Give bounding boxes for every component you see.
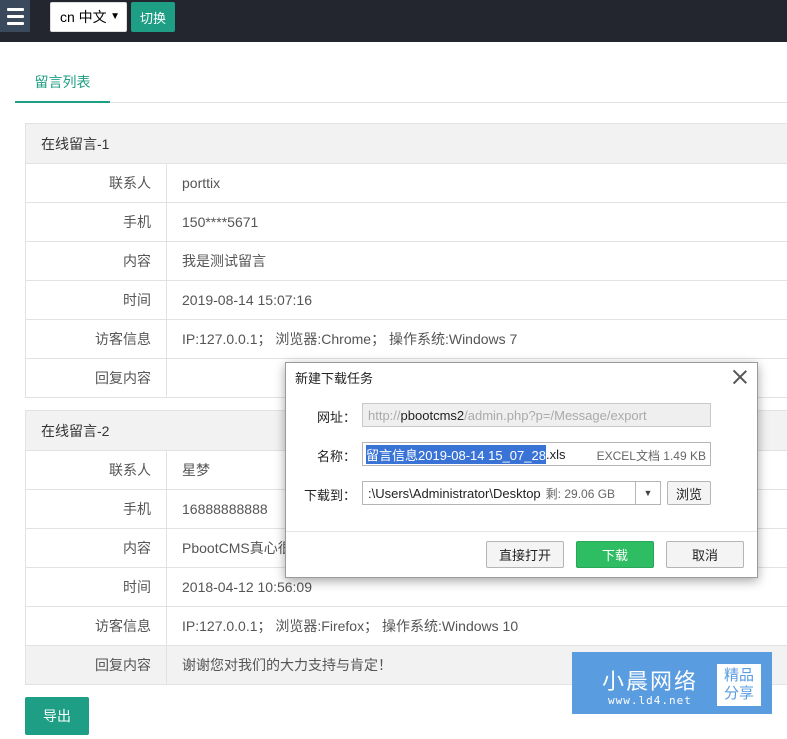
watermark-name: 小晨网络: [602, 669, 699, 694]
save-path-input[interactable]: :\Users\Administrator\Desktop 剩: 29.06 G…: [362, 481, 661, 505]
row-label: 内容: [26, 242, 167, 280]
dialog-title: 新建下载任务: [295, 371, 374, 386]
message-title: 在线留言-1: [25, 124, 787, 164]
dialog-body: 网址： http://pbootcms2/admin.php?p=/Messag…: [286, 392, 757, 532]
language-select[interactable]: cn 中文 ▼: [50, 2, 127, 32]
row-value: 2019-08-14 15:07:16: [182, 292, 312, 308]
url-path: /admin.php?p=/Message/export: [464, 407, 647, 423]
open-directly-button[interactable]: 直接打开: [486, 541, 564, 568]
tab-bar: 留言列表: [15, 62, 787, 103]
row-label: 回复内容: [26, 359, 167, 397]
table-row: 联系人 porttix: [25, 164, 787, 203]
watermark-url: www.ld4.net: [608, 694, 692, 707]
url-field: http://pbootcms2/admin.php?p=/Message/ex…: [362, 403, 711, 427]
row-value: IP:127.0.0.1； 浏览器:Firefox； 操作系统:Windows …: [182, 618, 519, 634]
menu-icon[interactable]: [0, 0, 30, 32]
table-row: 访客信息 IP:127.0.0.1； 浏览器:Chrome； 操作系统:Wind…: [25, 320, 787, 359]
file-type-info: EXCEL文档 1.49 KB: [596, 449, 706, 463]
url-label: 网址：: [316, 410, 356, 425]
row-label: 回复内容: [26, 646, 167, 684]
table-row: 访客信息 IP:127.0.0.1； 浏览器:Firefox； 操作系统:Win…: [25, 607, 787, 646]
top-bar: cn 中文 ▼ 切换: [0, 0, 787, 42]
row-value: 150****5671: [182, 214, 259, 230]
switch-language-button[interactable]: 切换: [131, 2, 175, 32]
save-path-value: :\Users\Administrator\Desktop: [368, 485, 541, 501]
browse-button[interactable]: 浏览: [667, 481, 711, 505]
row-label: 访客信息: [26, 607, 167, 645]
row-label: 内容: [26, 529, 167, 567]
row-label: 访客信息: [26, 320, 167, 358]
caret-down-icon: ▼: [110, 11, 120, 22]
row-label: 时间: [26, 568, 167, 606]
row-label: 联系人: [26, 164, 167, 202]
row-label: 手机: [26, 490, 167, 528]
message-table-1: 在线留言-1 联系人 porttix 手机 150****5671 内容 我是测…: [25, 123, 787, 398]
row-value: IP:127.0.0.1； 浏览器:Chrome； 操作系统:Windows 7: [182, 331, 518, 347]
watermark-badge-line1: 精品: [723, 667, 754, 684]
language-select-value: cn 中文: [60, 9, 107, 25]
tab-message-list[interactable]: 留言列表: [15, 62, 110, 103]
download-dialog: 新建下载任务 网址： http://pbootcms2/admin.php?p=…: [285, 362, 758, 578]
row-value: 我是测试留言: [182, 253, 266, 269]
row-value: porttix: [182, 175, 221, 191]
filename-input[interactable]: 留言信息2019-08-14 15_07_28 .xls EXCEL文档 1.49…: [362, 442, 711, 466]
watermark-badge-line2: 分享: [723, 685, 754, 702]
free-space-text: 剩: 29.06 GB: [545, 486, 616, 501]
watermark-logo: 小晨网络 www.ld4.net 精品 分享: [572, 652, 772, 714]
filename-selected-text: 留言信息2019-08-14 15_07_28: [366, 444, 546, 464]
download-button[interactable]: 下载: [576, 541, 654, 568]
row-label: 手机: [26, 203, 167, 241]
url-host: pbootcms2: [400, 407, 465, 423]
watermark-badge: 精品 分享: [717, 664, 761, 706]
url-prefix: http://: [368, 407, 401, 423]
table-row: 时间 2019-08-14 15:07:16: [25, 281, 787, 320]
close-icon[interactable]: [731, 368, 749, 386]
filename-extension: .xls: [545, 446, 566, 462]
cancel-button[interactable]: 取消: [666, 541, 744, 568]
row-label: 时间: [26, 281, 167, 319]
path-dropdown-icon[interactable]: ▼: [635, 481, 661, 505]
row-label: 联系人: [26, 451, 167, 489]
export-button[interactable]: 导出: [25, 697, 89, 735]
table-row: 内容 我是测试留言: [25, 242, 787, 281]
name-label: 名称：: [316, 449, 356, 464]
table-row: 手机 150****5671: [25, 203, 787, 242]
save-path-label: 下载到：: [303, 488, 356, 503]
